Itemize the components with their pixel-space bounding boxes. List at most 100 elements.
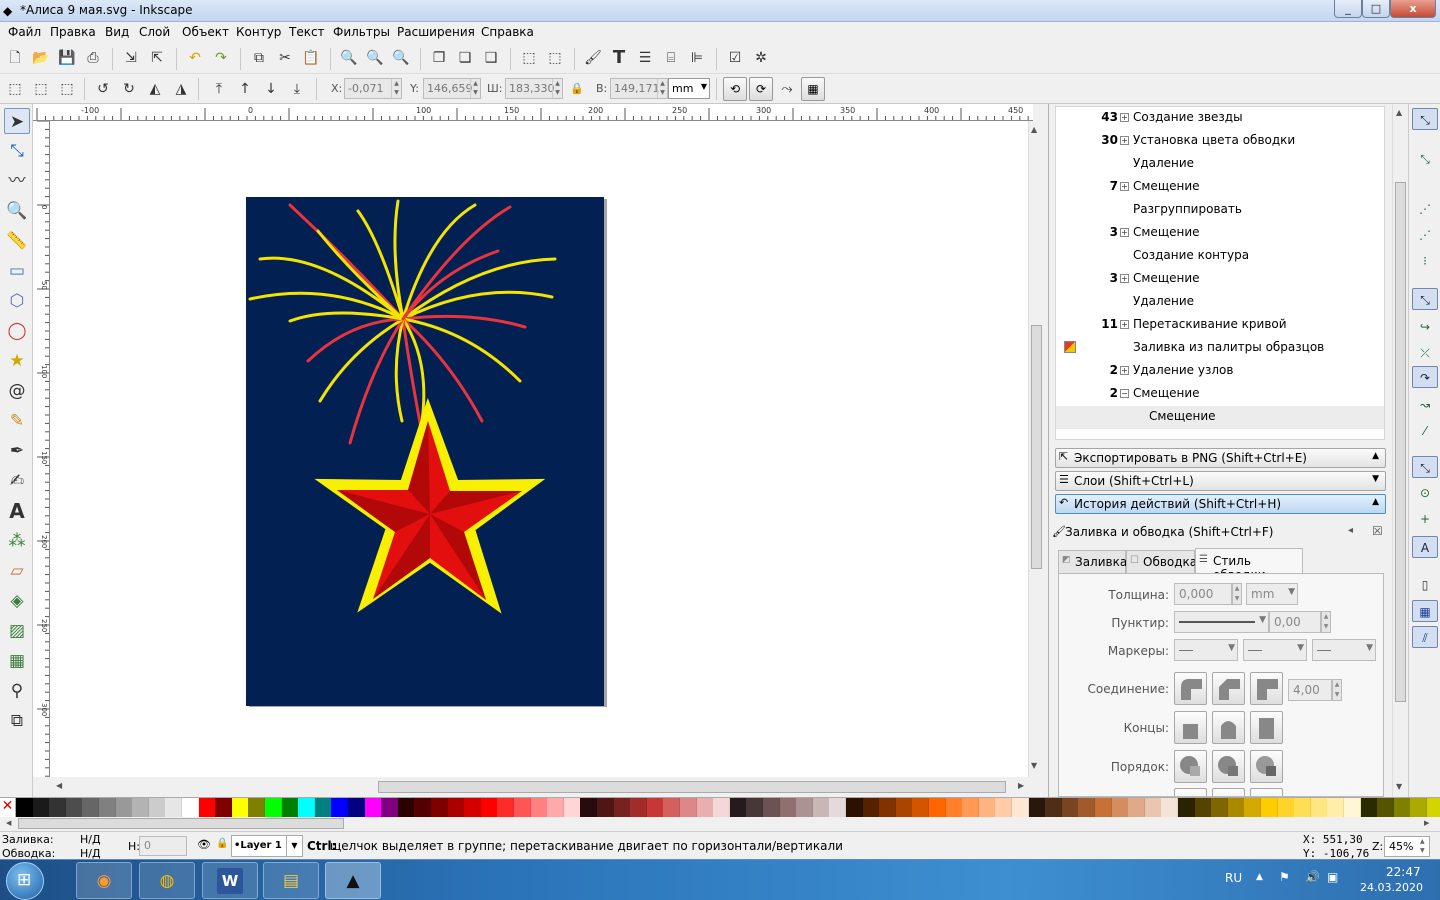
cut-icon[interactable]: ✂ [274, 47, 296, 69]
pen-tool-icon[interactable]: ✒ [4, 438, 30, 464]
color-swatch[interactable] [680, 798, 698, 817]
paint-bucket-tool-icon[interactable]: ◈ [4, 588, 30, 614]
spiral-tool-icon[interactable]: @ [4, 378, 30, 404]
color-swatch[interactable] [812, 798, 830, 817]
color-swatch[interactable] [414, 798, 432, 817]
order-option-button[interactable] [1174, 788, 1207, 796]
expand-icon[interactable]: + [1120, 228, 1129, 237]
collapse-icon[interactable]: − [1120, 389, 1129, 398]
end-marker-select[interactable]: ▼ [1312, 639, 1376, 661]
start-button[interactable]: ⊞ [6, 862, 44, 900]
xml-editor-icon[interactable]: ⌸ [660, 47, 682, 69]
network-icon[interactable]: ▣ [1327, 870, 1338, 884]
color-swatch[interactable] [1028, 798, 1046, 817]
color-swatch[interactable] [480, 798, 498, 817]
expand-icon[interactable]: + [1120, 274, 1129, 283]
scroll-right-icon[interactable]: ▶ [1424, 819, 1429, 827]
spray-tool-icon[interactable]: ⁂ [4, 528, 30, 554]
color-swatch[interactable] [1128, 798, 1146, 817]
canvas-horizontal-scrollbar[interactable]: ◀ ▶ [50, 777, 1028, 797]
lower-icon[interactable]: ↓ [260, 78, 282, 100]
language-indicator[interactable]: RU [1225, 871, 1242, 885]
unlink-clone-icon[interactable]: ❑ [480, 47, 502, 69]
ungroup-icon[interactable]: ⬚ [544, 47, 566, 69]
layers-panel-tab[interactable]: ☰ Слои (Shift+Ctrl+L) ▼ [1055, 471, 1386, 491]
canvas-vertical-scrollbar[interactable]: ▲ ▼ [1028, 121, 1044, 777]
scroll-down-icon[interactable]: ▼ [1396, 782, 1402, 791]
star-tool-icon[interactable]: ★ [4, 348, 30, 374]
color-swatch[interactable] [431, 798, 449, 817]
expand-icon[interactable]: + [1120, 136, 1129, 145]
maximize-button[interactable]: □ [1362, 0, 1390, 18]
color-swatch[interactable] [713, 798, 731, 817]
color-swatch[interactable] [862, 798, 880, 817]
menu-edit[interactable]: Правка [50, 25, 96, 39]
deselect-icon[interactable]: ⬚ [56, 78, 78, 100]
menu-path[interactable]: Контур [236, 25, 281, 39]
rotate-ccw-icon[interactable]: ↺ [92, 78, 114, 100]
color-swatch[interactable] [929, 798, 947, 817]
history-item[interactable]: Заливка из палитры образцов [1056, 337, 1384, 360]
selector-tool-icon[interactable]: ➤ [4, 108, 30, 134]
measure-tool-icon[interactable]: 📏 [4, 228, 30, 254]
taskbar-app-chrome[interactable]: ◍ [139, 862, 195, 899]
snap-enable-icon[interactable]: ⤡ [1412, 108, 1438, 130]
new-document-icon[interactable]: 🗋 [4, 47, 26, 69]
taskbar-app-viewer[interactable]: ◉ [76, 862, 132, 899]
snap-bbox-corners-icon[interactable]: ⋰ [1412, 224, 1438, 246]
scroll-down-icon[interactable]: ▼ [1031, 761, 1037, 770]
color-swatch[interactable] [995, 798, 1013, 817]
color-swatch[interactable] [1144, 798, 1162, 817]
color-swatch[interactable] [49, 798, 67, 817]
color-swatch[interactable] [464, 798, 482, 817]
color-swatch[interactable] [497, 798, 515, 817]
flip-vertical-icon[interactable]: ◮ [170, 78, 192, 100]
color-swatch[interactable] [182, 798, 200, 817]
export-png-panel-tab[interactable]: ⇱ Экспортировать в PNG (Shift+Ctrl+E) ▲ [1055, 448, 1386, 468]
color-swatch[interactable] [16, 798, 34, 817]
color-swatch[interactable] [580, 798, 598, 817]
color-swatch[interactable] [1012, 798, 1030, 817]
snap-nodes-icon[interactable]: ⤡ [1412, 288, 1438, 310]
volume-icon[interactable]: 🔊 [1305, 870, 1320, 884]
open-file-icon[interactable]: 📂 [30, 47, 52, 69]
color-swatch[interactable] [912, 798, 930, 817]
snap-line-midpoints-icon[interactable]: ⁄ [1412, 420, 1438, 442]
color-swatch[interactable] [796, 798, 814, 817]
layer-select[interactable]: •Layer 1 ▼ [231, 835, 303, 857]
cap-square-button[interactable] [1250, 711, 1283, 744]
group-icon[interactable]: ⬚ [518, 47, 540, 69]
select-all-layers-icon[interactable]: ⬚ [30, 78, 52, 100]
snap-grid-icon[interactable]: ▦ [1412, 600, 1438, 622]
menu-object[interactable]: Объект [182, 25, 229, 39]
print-icon[interactable]: ⎙ [82, 47, 104, 69]
history-item[interactable]: Создание контура [1056, 245, 1384, 268]
color-swatch[interactable] [613, 798, 631, 817]
dropper-tool-icon[interactable]: ⚲ [4, 678, 30, 704]
color-swatch[interactable] [547, 798, 565, 817]
palette-scroll-thumb[interactable] [18, 818, 344, 829]
tab-stroke-paint[interactable]: ☐ Обводка [1126, 550, 1197, 574]
tab-stroke-style[interactable]: ☰Стиль обводки [1195, 548, 1303, 582]
expand-icon[interactable]: + [1120, 182, 1129, 191]
color-swatch[interactable] [1344, 798, 1362, 817]
snap-intersections-icon[interactable]: ⤫ [1412, 342, 1438, 364]
document-properties-icon[interactable]: ☑ [724, 47, 746, 69]
history-item[interactable]: Разгруппировать [1056, 199, 1384, 222]
clock-time[interactable]: 22:47 [1386, 865, 1421, 879]
history-item[interactable]: 3 + Смещение [1056, 222, 1384, 245]
color-swatch[interactable] [1393, 798, 1411, 817]
color-swatch[interactable] [298, 798, 316, 817]
zoom-selection-icon[interactable]: 🔍 [338, 47, 360, 69]
action-center-icon[interactable]: ⚑ [1279, 870, 1290, 884]
menu-extensions[interactable]: Расширения [397, 25, 475, 39]
color-swatch[interactable] [231, 798, 249, 817]
color-swatch[interactable] [1194, 798, 1212, 817]
color-swatch[interactable] [1078, 798, 1096, 817]
unit-select[interactable]: mm ▼ [668, 78, 710, 99]
history-item[interactable]: 2− Смещение [1056, 383, 1384, 406]
scroll-right-icon[interactable]: ▶ [1018, 781, 1024, 790]
history-item[interactable]: Удаление [1056, 153, 1384, 176]
color-swatch[interactable] [1211, 798, 1229, 817]
mid-marker-select[interactable]: ▼ [1243, 639, 1307, 661]
